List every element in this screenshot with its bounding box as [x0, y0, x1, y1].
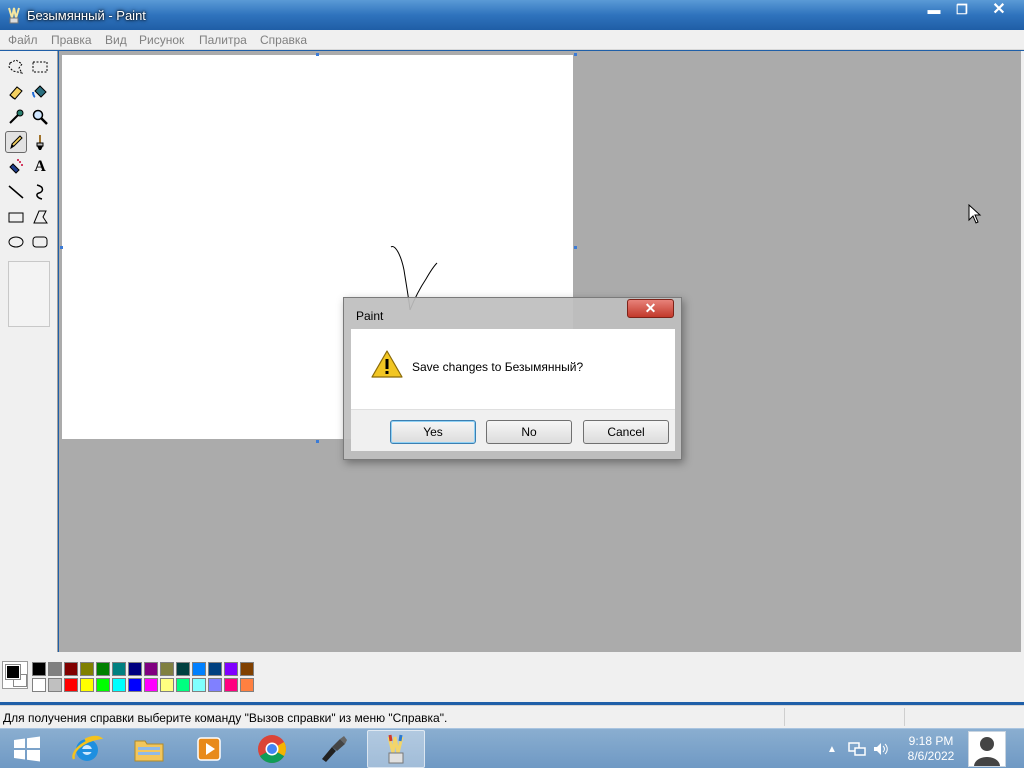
color-swatch[interactable]: [48, 662, 62, 676]
resize-handle[interactable]: [60, 246, 63, 249]
tool-options-box[interactable]: [8, 261, 50, 327]
color-swatch[interactable]: [224, 662, 238, 676]
windows-start-icon[interactable]: [0, 730, 54, 768]
pick-color-icon[interactable]: [5, 106, 27, 128]
color-swatch[interactable]: [144, 678, 158, 692]
color-palette: [0, 652, 1024, 702]
line-icon[interactable]: [5, 181, 27, 203]
pencil-icon[interactable]: [5, 131, 27, 153]
network-icon[interactable]: [846, 729, 868, 768]
resize-handle[interactable]: [316, 440, 319, 443]
rectangle-icon[interactable]: [5, 206, 27, 228]
paint-app-icon: [8, 7, 20, 24]
brush-icon[interactable]: [29, 131, 51, 153]
polygon-icon[interactable]: [29, 206, 51, 228]
restore-button[interactable]: ❐: [948, 0, 976, 22]
taskbar: ▲ 9:18 PM 8/6/2022: [0, 728, 1024, 768]
cancel-button[interactable]: Cancel: [583, 420, 669, 444]
color-swatch[interactable]: [128, 662, 142, 676]
mouse-cursor-icon: [968, 204, 982, 224]
warning-icon: [371, 350, 403, 378]
clock-time: 9:18 PM: [908, 734, 954, 748]
menu-edit[interactable]: Правка: [51, 33, 92, 47]
dialog-footer: Yes No Cancel: [351, 409, 675, 451]
resize-handle[interactable]: [316, 53, 319, 56]
select-icon[interactable]: [29, 56, 51, 78]
current-colors[interactable]: [2, 661, 28, 689]
volume-icon[interactable]: [870, 729, 892, 768]
text-icon[interactable]: A: [29, 156, 51, 178]
status-bar: Для получения справки выберите команду "…: [0, 705, 1024, 728]
ellipse-icon[interactable]: [5, 231, 27, 253]
menu-palette[interactable]: Палитра: [199, 33, 247, 47]
menu-image[interactable]: Рисунок: [139, 33, 184, 47]
airbrush-icon[interactable]: [5, 156, 27, 178]
color-swatch[interactable]: [176, 678, 190, 692]
internet-explorer-icon[interactable]: [58, 730, 116, 768]
color-swatch[interactable]: [224, 678, 238, 692]
color-swatch[interactable]: [64, 678, 78, 692]
dialog-close-button[interactable]: ✕: [627, 299, 674, 318]
curve-icon[interactable]: [29, 181, 51, 203]
color-swatch[interactable]: [144, 662, 158, 676]
file-explorer-icon[interactable]: [120, 730, 178, 768]
menu-help[interactable]: Справка: [260, 33, 307, 47]
dialog-body: Save changes to Безымянный?: [351, 329, 675, 409]
dialog-title: Paint: [356, 309, 384, 323]
color-swatch[interactable]: [128, 678, 142, 692]
clock-date: 8/6/2022: [907, 749, 955, 763]
color-swatch[interactable]: [96, 678, 110, 692]
system-clock[interactable]: 9:18 PM 8/6/2022: [898, 734, 964, 764]
eraser-icon[interactable]: [5, 81, 27, 103]
menu-bar: Файл Правка Вид Рисунок Палитра Справка: [0, 30, 1024, 50]
media-player-icon[interactable]: [180, 730, 238, 768]
color-swatch[interactable]: [240, 678, 254, 692]
fill-icon[interactable]: [29, 81, 51, 103]
resize-handle[interactable]: [574, 53, 577, 56]
color-swatch[interactable]: [80, 662, 94, 676]
title-bar[interactable]: Безымянный - Paint ▬ ❐ ✕: [0, 0, 1024, 30]
user-avatar-icon[interactable]: [968, 731, 1006, 767]
color-swatch[interactable]: [32, 678, 46, 692]
save-changes-dialog: Paint ✕ Save changes to Безымянный? Yes …: [343, 297, 682, 460]
status-pane-size: [904, 708, 1021, 726]
color-swatch[interactable]: [32, 662, 46, 676]
color-swatch[interactable]: [192, 678, 206, 692]
color-swatch[interactable]: [64, 662, 78, 676]
color-swatch[interactable]: [112, 678, 126, 692]
color-swatch[interactable]: [176, 662, 190, 676]
no-button[interactable]: No: [486, 420, 572, 444]
color-swatch[interactable]: [96, 662, 110, 676]
status-pane-coords: [784, 708, 904, 726]
foreground-color[interactable]: [5, 664, 21, 680]
color-swatch[interactable]: [240, 662, 254, 676]
magnifier-icon[interactable]: [29, 106, 51, 128]
color-swatch[interactable]: [192, 662, 206, 676]
rounded-rectangle-icon[interactable]: [29, 231, 51, 253]
menu-file[interactable]: Файл: [8, 33, 38, 47]
minimize-button[interactable]: ▬: [920, 0, 948, 22]
paint-icon[interactable]: [367, 730, 425, 768]
color-swatch[interactable]: [48, 678, 62, 692]
color-swatch[interactable]: [208, 678, 222, 692]
close-window-button[interactable]: ✕: [976, 0, 1022, 22]
menu-view[interactable]: Вид: [105, 33, 127, 47]
color-swatch[interactable]: [112, 662, 126, 676]
color-swatch[interactable]: [160, 662, 174, 676]
tray-chevron-icon[interactable]: ▲: [824, 729, 840, 768]
color-swatch[interactable]: [160, 678, 174, 692]
app-icon[interactable]: [305, 730, 363, 768]
resize-handle[interactable]: [574, 246, 577, 249]
color-swatch[interactable]: [208, 662, 222, 676]
chrome-icon[interactable]: [243, 730, 301, 768]
dialog-message: Save changes to Безымянный?: [412, 360, 584, 374]
status-text: Для получения справки выберите команду "…: [3, 711, 448, 725]
toolbox: A: [0, 51, 58, 652]
free-form-select-icon[interactable]: [5, 56, 27, 78]
window-title: Безымянный - Paint: [27, 8, 146, 23]
color-swatch[interactable]: [80, 678, 94, 692]
yes-button[interactable]: Yes: [390, 420, 476, 444]
